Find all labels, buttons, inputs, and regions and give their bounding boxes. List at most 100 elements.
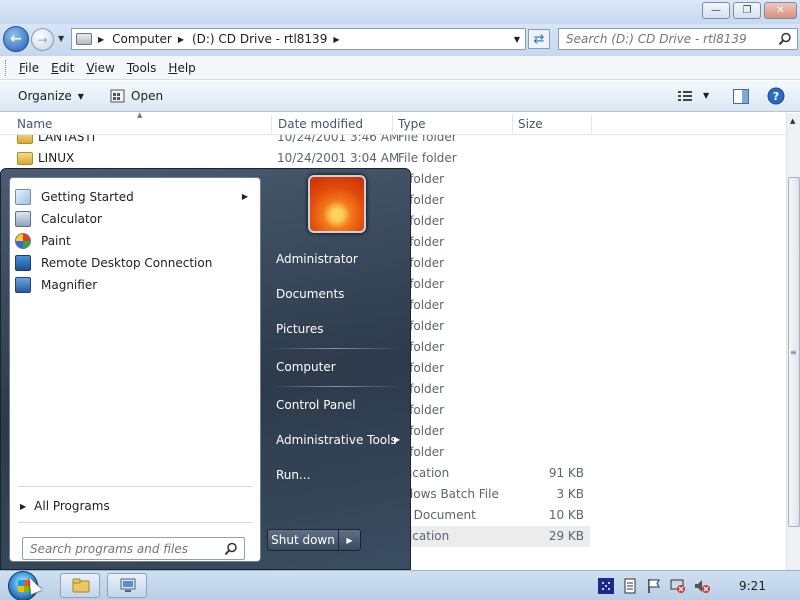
user-avatar[interactable]: [308, 175, 366, 233]
chevron-down-icon: ▼: [77, 91, 84, 101]
start-item-control-panel[interactable]: Control Panel: [276, 398, 356, 412]
search-icon[interactable]: [224, 542, 238, 556]
organize-label: Organize: [18, 89, 72, 103]
minimize-button[interactable]: —: [702, 2, 730, 19]
forward-button[interactable]: →: [31, 28, 54, 51]
chevron-right-icon[interactable]: ▶: [333, 35, 339, 44]
back-button[interactable]: ←: [3, 26, 29, 52]
start-item-pictures[interactable]: Pictures: [276, 322, 324, 336]
drive-icon: [76, 33, 92, 45]
network-disconnected-icon[interactable]: [670, 578, 686, 594]
start-item-computer[interactable]: Computer: [276, 360, 336, 374]
column-divider[interactable]: [392, 115, 393, 133]
column-header: Name ▲ Date modified Type Size: [0, 111, 787, 135]
remote-desktop-icon: [15, 255, 31, 271]
shutdown-button[interactable]: Shut down: [267, 529, 339, 551]
navigation-bar: ← → ▼ ▶ Computer ▶ (D:) CD Drive - rtl81…: [0, 24, 800, 56]
shutdown-options-button[interactable]: ▶: [339, 529, 361, 551]
open-button[interactable]: Open: [110, 89, 163, 103]
taskbar-explorer-button[interactable]: [60, 573, 100, 598]
program-label: Paint: [41, 234, 71, 248]
organize-button[interactable]: Organize ▼: [18, 89, 84, 103]
refresh-button[interactable]: ⇄: [528, 29, 550, 49]
start-search-input[interactable]: [30, 541, 220, 556]
start-item-administrator[interactable]: Administrator: [276, 252, 358, 266]
column-divider[interactable]: [271, 115, 272, 133]
chevron-down-icon[interactable]: ▼: [703, 91, 709, 100]
file-date: 10/24/2001 3:04 AM: [277, 151, 400, 165]
start-item-documents[interactable]: Documents: [276, 287, 344, 301]
recent-pages-dropdown[interactable]: ▼: [58, 34, 64, 43]
vertical-scrollbar[interactable]: ▲ ≡: [786, 113, 800, 570]
column-divider[interactable]: [512, 115, 513, 133]
magnifier-icon: [15, 277, 31, 293]
menu-tools[interactable]: Tools: [127, 61, 157, 75]
menu-edit[interactable]: Edit: [51, 61, 74, 75]
file-size: 3 KB: [556, 487, 584, 501]
taskbar: 9:21: [0, 570, 800, 600]
chevron-right-icon[interactable]: ▶: [98, 35, 104, 44]
search-icon[interactable]: [778, 32, 792, 46]
volume-muted-icon[interactable]: [694, 578, 710, 594]
chevron-right-icon[interactable]: ▶: [178, 35, 184, 44]
preview-pane-icon[interactable]: [733, 89, 749, 104]
breadcrumb-computer[interactable]: Computer: [112, 32, 172, 46]
file-size: 10 KB: [548, 508, 584, 522]
search-input[interactable]: [566, 32, 776, 46]
command-bar: Organize ▼ Open ▼ ?: [0, 81, 800, 112]
file-size: 91 KB: [548, 466, 584, 480]
search-box[interactable]: [558, 28, 798, 50]
column-size[interactable]: Size: [518, 117, 543, 131]
svg-text:?: ?: [773, 90, 779, 103]
maximize-button[interactable]: ❐: [733, 2, 761, 19]
folder-icon: [72, 578, 90, 593]
program-paint[interactable]: Paint: [10, 230, 260, 252]
file-row[interactable]: LANTASTI 10/24/2001 3:46 AM File folder: [0, 135, 590, 148]
clock[interactable]: 9:21: [739, 579, 766, 593]
all-programs-button[interactable]: ▶ All Programs: [20, 499, 110, 513]
close-button[interactable]: ✕: [764, 2, 797, 19]
column-date-modified[interactable]: Date modified: [278, 117, 363, 131]
menu-file[interactable]: File: [19, 61, 39, 75]
menu-bar: File Edit View Tools Help: [0, 56, 800, 80]
column-name[interactable]: Name: [17, 117, 52, 131]
start-item-run[interactable]: Run...: [276, 468, 310, 482]
network-connections-icon: [120, 578, 136, 592]
program-getting-started[interactable]: Getting Started ▶: [10, 186, 260, 208]
column-type[interactable]: Type: [398, 117, 426, 131]
menu-view[interactable]: View: [86, 61, 114, 75]
separator: [18, 522, 253, 523]
program-magnifier[interactable]: Magnifier: [10, 274, 260, 296]
calculator-icon: [15, 211, 31, 227]
open-icon: [110, 89, 125, 103]
action-center-flag-icon[interactable]: [646, 578, 662, 594]
keyboard-layout-icon[interactable]: [598, 578, 614, 594]
taskbar-network-button[interactable]: [107, 573, 147, 598]
file-name: LINUX: [38, 151, 75, 165]
program-label: Remote Desktop Connection: [41, 256, 213, 270]
open-label: Open: [131, 89, 164, 103]
tray-document-icon[interactable]: [622, 578, 638, 594]
column-divider[interactable]: [591, 115, 592, 133]
start-search-box[interactable]: [22, 537, 245, 560]
paint-icon: [15, 233, 31, 249]
menu-grip: [5, 59, 8, 76]
file-type: File folder: [398, 135, 457, 144]
menu-help[interactable]: Help: [168, 61, 195, 75]
all-programs-label: All Programs: [34, 499, 110, 513]
start-item-administrative-tools[interactable]: Administrative Tools ▶: [276, 433, 400, 447]
file-row[interactable]: LINUX 10/24/2001 3:04 AM File folder: [0, 148, 590, 169]
breadcrumb-cd-drive[interactable]: (D:) CD Drive - rtl8139: [192, 32, 327, 46]
file-type: File folder: [398, 151, 457, 165]
program-remote-desktop[interactable]: Remote Desktop Connection: [10, 252, 260, 274]
scroll-up-icon[interactable]: ▲: [790, 117, 795, 125]
separator: [269, 348, 401, 349]
file-name: LANTASTI: [38, 135, 96, 144]
programs-pane: Getting Started ▶ Calculator Paint Remot…: [9, 177, 261, 562]
address-dropdown[interactable]: ▼: [514, 35, 520, 44]
program-calculator[interactable]: Calculator: [10, 208, 260, 230]
view-details-icon[interactable]: [678, 90, 692, 102]
help-icon[interactable]: ?: [767, 87, 785, 105]
file-date: 10/24/2001 3:46 AM: [277, 135, 400, 144]
address-bar[interactable]: ▶ Computer ▶ (D:) CD Drive - rtl8139 ▶ ▼: [71, 28, 526, 50]
